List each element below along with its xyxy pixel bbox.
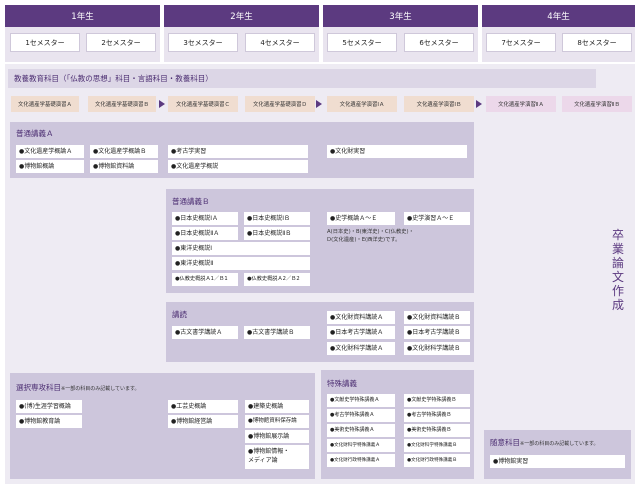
course-item: ●文化遺産学概論Ａ bbox=[16, 145, 84, 158]
course-item: ●文化財科学講読Ｂ bbox=[404, 342, 470, 355]
course-item: ●文献史学特殊講義Ａ bbox=[327, 394, 395, 407]
arrow-right-icon bbox=[159, 100, 165, 108]
course-item: ●文化財科学特殊講義Ｂ bbox=[404, 439, 470, 452]
course-item: ●文化財資料講読Ａ bbox=[327, 311, 395, 324]
year-1-header: 1年生 bbox=[5, 5, 160, 27]
course-item: ●仏教史概説Ａ1／Ｂ1 bbox=[172, 273, 238, 286]
course-item: ●古文書学講読Ｂ bbox=[244, 326, 310, 339]
course-item: ●史学概論Ａ～Ｅ bbox=[327, 212, 395, 225]
year-2-header: 2年生 bbox=[164, 5, 319, 27]
course-item: ●考古学特殊講義Ａ bbox=[327, 409, 395, 422]
course-item: ●東洋史概説Ⅱ bbox=[172, 257, 310, 270]
semester-6: 6セメスター bbox=[404, 33, 474, 52]
free-elective-note: ※一部の科目のみ記載しています。 bbox=[520, 441, 599, 447]
seminar-2b: 文化遺産学演習ⅡＢ bbox=[562, 96, 632, 112]
year-3-header: 3年生 bbox=[323, 5, 478, 27]
semester-8: 8セメスター bbox=[562, 33, 632, 52]
seminar-1a: 文化遺産学演習ⅠＡ bbox=[327, 96, 397, 112]
course-item: ●文献史学特殊講義Ｂ bbox=[404, 394, 470, 407]
elective-note: ※一部の科目のみ記載しています。 bbox=[61, 386, 140, 392]
course-item: ●博物館経営論 bbox=[168, 415, 238, 428]
course-item: ●博物館資料論 bbox=[90, 160, 158, 173]
course-item: ●考古学実習 bbox=[168, 145, 308, 158]
seminar-1b: 文化遺産学演習ⅠＢ bbox=[404, 96, 474, 112]
course-item: ●日本考古学講読Ｂ bbox=[404, 326, 470, 339]
course-item: ●古文書学講読Ａ bbox=[172, 326, 238, 339]
course-item: ●史学演習Ａ～Ｅ bbox=[404, 212, 470, 225]
thesis-label: 卒 業 論 文 作 成 bbox=[611, 228, 624, 312]
course-item: ●文化財実習 bbox=[327, 145, 467, 158]
reading-title: 講読 bbox=[172, 310, 187, 319]
seminar-basic-a: 文化遺産学基礎演習Ａ bbox=[11, 96, 79, 112]
course-item: ●文化財科学講読Ａ bbox=[327, 342, 395, 355]
course-item: ●文化財行政特殊講義Ｂ bbox=[404, 454, 470, 467]
course-item: ●東洋史概説Ⅰ bbox=[172, 242, 310, 255]
course-item: ●日本史概説ⅠＢ bbox=[244, 212, 310, 225]
liberal-arts-title: 教養教育科目（「仏教の思想」科目・言語科目・教養科目） bbox=[14, 74, 213, 83]
elective-title: 選択専攻科目※一部の科目のみ記載しています。 bbox=[16, 383, 140, 392]
course-item: ●日本史概説ⅠＡ bbox=[172, 212, 238, 225]
course-item: ●美術史特殊講義Ｂ bbox=[404, 424, 470, 437]
course-item: ●日本史概説ⅡＡ bbox=[172, 227, 238, 240]
course-item: ●博物館情報・ メディア論 bbox=[245, 445, 309, 469]
arrow-right-icon bbox=[476, 100, 482, 108]
semester-1: 1セメスター bbox=[10, 33, 80, 52]
course-item: ●文化財科学特殊講義Ａ bbox=[327, 439, 395, 452]
course-item: ●日本考古学講読Ａ bbox=[327, 326, 395, 339]
course-item: ●(博)生涯学習概論 bbox=[16, 400, 82, 413]
course-item: ●日本史概説ⅡＢ bbox=[244, 227, 310, 240]
semester-2: 2セメスター bbox=[86, 33, 156, 52]
course-item: ●文化財資料講読Ｂ bbox=[404, 311, 470, 324]
semester-7: 7セメスター bbox=[486, 33, 556, 52]
free-elective-title: 随意科目※一部の科目のみ記載しています。 bbox=[490, 438, 599, 447]
course-item: ●博物館教育論 bbox=[16, 415, 82, 428]
special-lecture-title: 特殊講義 bbox=[327, 379, 357, 388]
course-item: ●博物館資料保存論 bbox=[245, 415, 309, 428]
seminar-basic-d: 文化遺産学基礎演習Ｄ bbox=[245, 96, 315, 112]
course-item: ●考古学特殊講義Ｂ bbox=[404, 409, 470, 422]
course-item: ●文化遺産学概論Ｂ bbox=[90, 145, 158, 158]
course-item: ●工芸史概論 bbox=[168, 400, 238, 413]
course-item: ●文化財行政特殊講義Ａ bbox=[327, 454, 395, 467]
arrow-right-icon bbox=[316, 100, 322, 108]
general-lecture-a-title: 普通講義Ａ bbox=[16, 129, 54, 138]
general-lecture-b-title: 普通講義Ｂ bbox=[172, 197, 210, 206]
seminar-basic-b: 文化遺産学基礎演習Ｂ bbox=[88, 96, 156, 112]
course-item: ●博物館実習 bbox=[490, 455, 625, 468]
course-item: ●文化遺産学概説 bbox=[168, 160, 308, 173]
course-item: ●建築史概論 bbox=[245, 400, 309, 413]
course-item: ●博物館展示論 bbox=[245, 430, 309, 443]
seminar-basic-c: 文化遺産学基礎演習Ｃ bbox=[168, 96, 238, 112]
history-note: A(日本史)・B(東洋史)・C(仏教史)・ D(文化遺産)・E(西洋史)です。 bbox=[327, 229, 414, 243]
course-item: ●仏教史概説Ａ2／Ｂ2 bbox=[244, 273, 310, 286]
course-item: ●博物館概論 bbox=[16, 160, 84, 173]
year-4-header: 4年生 bbox=[482, 5, 635, 27]
seminar-2a: 文化遺産学演習ⅡＡ bbox=[486, 96, 556, 112]
semester-4: 4セメスター bbox=[245, 33, 315, 52]
semester-3: 3セメスター bbox=[168, 33, 238, 52]
semester-5: 5セメスター bbox=[327, 33, 397, 52]
curriculum-map: 1年生 2年生 3年生 4年生 1セメスター 2セメスター 3セメスター 4セメ… bbox=[0, 0, 640, 488]
course-item: ●美術史特殊講義Ａ bbox=[327, 424, 395, 437]
